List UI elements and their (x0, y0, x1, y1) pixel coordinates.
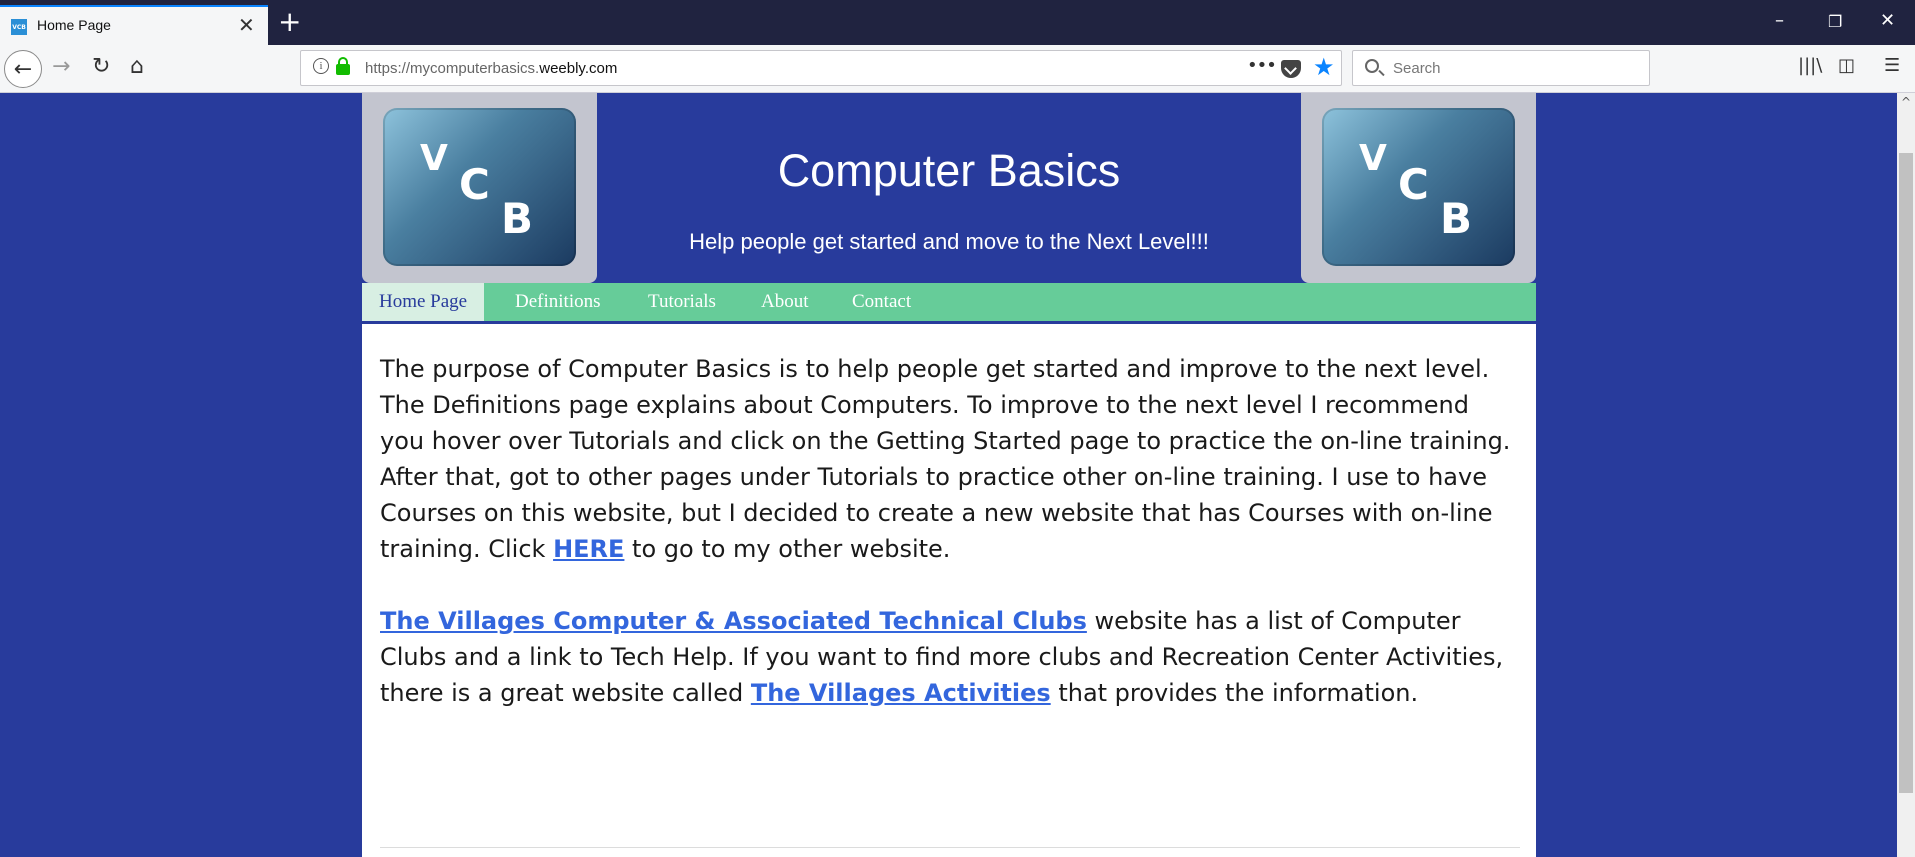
new-tab-icon[interactable]: + (278, 5, 301, 39)
search-placeholder: Search (1393, 60, 1441, 77)
nav-definitions[interactable]: Definitions (515, 283, 601, 321)
scroll-up-icon[interactable]: ^ (1901, 95, 1911, 109)
nav-about[interactable]: About (761, 283, 809, 321)
nav-tutorials[interactable]: Tutorials (648, 283, 716, 321)
search-icon (1365, 59, 1379, 73)
page-scrollbar[interactable]: ^ (1897, 93, 1915, 857)
reload-icon[interactable]: ↻ (92, 55, 110, 79)
logo-tile: V C B (383, 108, 576, 266)
restore-icon[interactable]: ❐ (1828, 12, 1842, 31)
main-content: The purpose of Computer Basics is to hel… (380, 351, 1520, 747)
villages-clubs-link[interactable]: The Villages Computer & Associated Techn… (380, 607, 1087, 635)
site-title: Computer Basics (777, 145, 1121, 196)
bookmark-star-icon[interactable]: ★ (1313, 53, 1335, 81)
minimize-icon[interactable]: – (1775, 10, 1784, 31)
close-tab-icon[interactable]: ✕ (238, 13, 255, 37)
site-tagline: Help people get started and move to the … (689, 229, 1209, 254)
here-link[interactable]: HERE (553, 535, 624, 563)
page-actions-icon[interactable]: ••• (1247, 55, 1277, 76)
sidebar-icon[interactable]: ◫ (1838, 55, 1855, 76)
home-icon[interactable]: ⌂ (130, 55, 144, 79)
web-page: V C B Computer Basics Help people get st… (362, 93, 1536, 857)
pocket-icon[interactable] (1281, 60, 1301, 78)
content-divider (380, 847, 1520, 848)
clubs-paragraph: The Villages Computer & Associated Techn… (380, 607, 1504, 707)
nav-contact[interactable]: Contact (852, 283, 911, 321)
scroll-thumb[interactable] (1899, 153, 1913, 793)
logo-right: V C B (1301, 93, 1536, 283)
nav-toolbar: ← → ↻ ⌂ i https://mycomputerbasics.weebl… (0, 45, 1915, 93)
library-icon[interactable]: |||\ (1798, 55, 1822, 76)
tab-strip: VCB Home Page ✕ + – ❐ ✕ (0, 0, 1915, 45)
site-header: V C B Computer Basics Help people get st… (362, 93, 1536, 283)
lock-icon[interactable] (336, 57, 350, 75)
villages-activities-link[interactable]: The Villages Activities (751, 679, 1051, 707)
favicon-icon: VCB (11, 19, 27, 35)
menu-icon[interactable]: ☰ (1884, 55, 1900, 76)
tab-title: Home Page (37, 17, 111, 33)
back-icon[interactable]: ← (4, 50, 42, 88)
forward-icon[interactable]: → (52, 55, 70, 79)
close-window-icon[interactable]: ✕ (1880, 10, 1895, 31)
info-icon[interactable]: i (313, 58, 329, 74)
intro-paragraph: The purpose of Computer Basics is to hel… (380, 355, 1511, 563)
browser-tab[interactable]: VCB Home Page ✕ (0, 5, 268, 45)
url-bar[interactable]: i https://mycomputerbasics.weebly.com ••… (300, 50, 1342, 86)
search-input[interactable]: Search (1352, 50, 1650, 86)
logo-left[interactable]: V C B (362, 93, 597, 283)
url-text[interactable]: https://mycomputerbasics.weebly.com (365, 60, 617, 77)
site-nav: Home Page Definitions Tutorials About Co… (362, 283, 1536, 324)
logo-tile: V C B (1322, 108, 1515, 266)
nav-home-page[interactable]: Home Page (362, 283, 485, 321)
